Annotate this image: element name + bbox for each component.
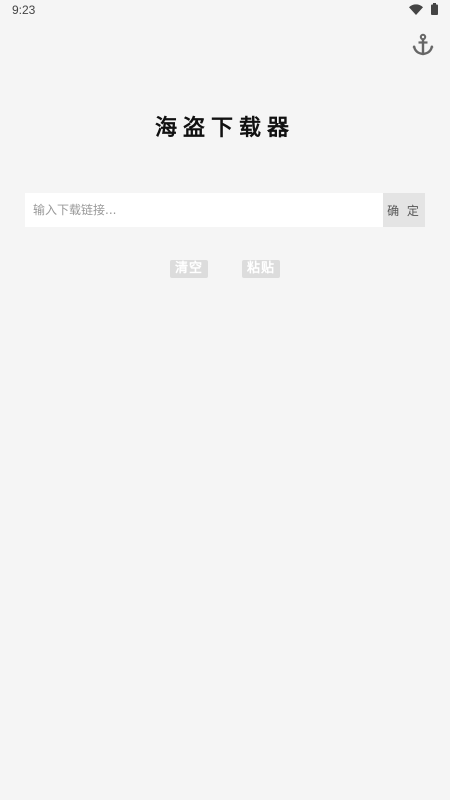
status-time: 9:23 [12, 3, 36, 17]
search-row: 确 定 [25, 193, 425, 227]
clear-button[interactable]: 清空 [170, 260, 208, 278]
anchor-icon [411, 33, 435, 61]
url-input[interactable] [25, 193, 383, 227]
battery-icon [431, 3, 438, 18]
page-title: 海盗下载器 [154, 115, 295, 141]
status-bar: 9:23 [0, 0, 450, 22]
confirm-button[interactable]: 确 定 [383, 193, 425, 227]
wifi-icon [409, 3, 423, 18]
paste-button[interactable]: 粘贴 [242, 260, 280, 278]
anchor-button[interactable] [410, 33, 436, 61]
status-icons [409, 3, 438, 18]
